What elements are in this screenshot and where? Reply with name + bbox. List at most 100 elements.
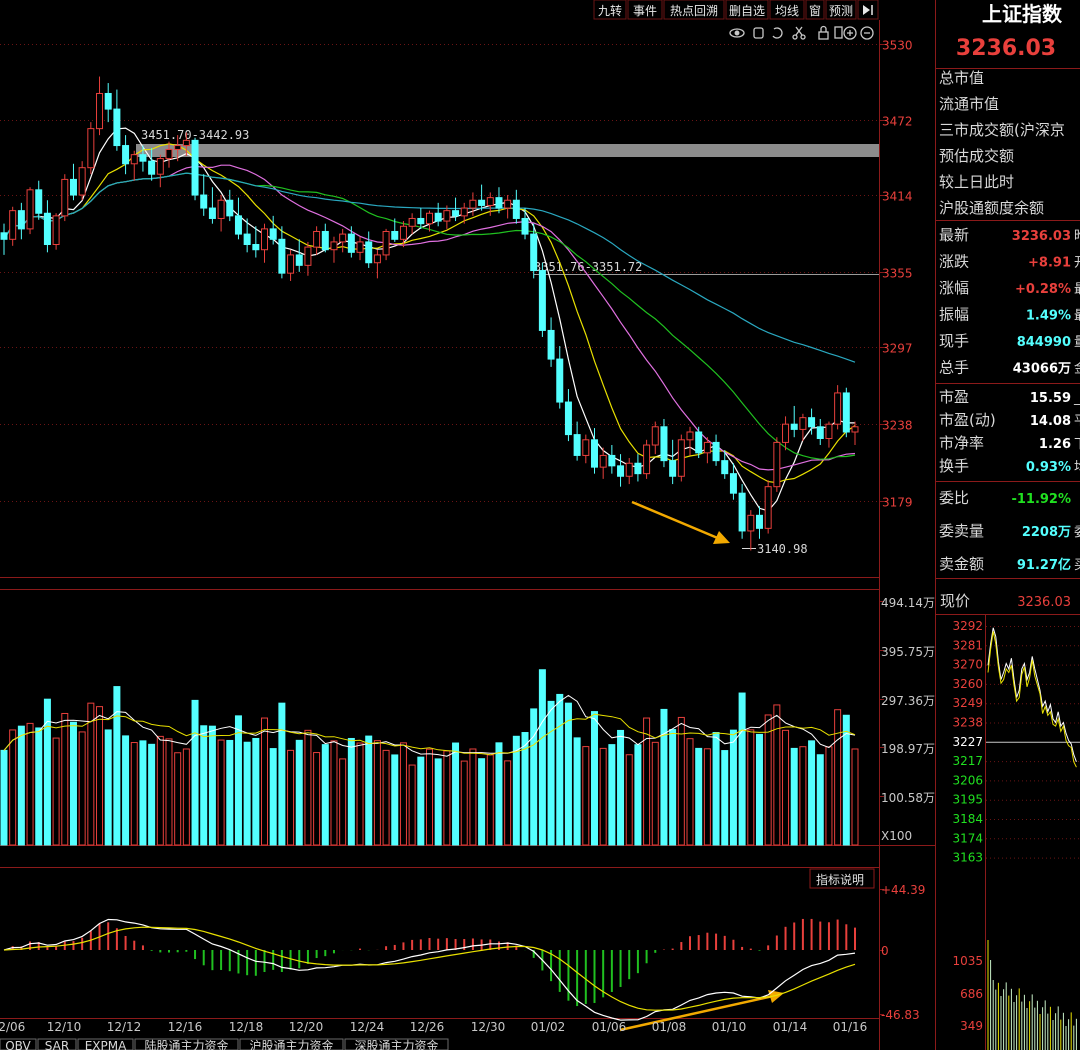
price-axis: 3530 3472 3414 3355 3297 3238 3179: [879, 39, 913, 510]
price-tick-label: 3179: [882, 496, 913, 510]
toolbar-button[interactable]: 九转: [593, 0, 627, 20]
scissors-icon[interactable]: [792, 26, 806, 40]
toolbar-button[interactable]: 事件: [627, 0, 663, 20]
volume-bar: [321, 744, 329, 846]
volume-bar: [712, 732, 720, 846]
volume-bar: [347, 737, 355, 846]
indicator-tab[interactable]: EXPMA: [77, 1038, 134, 1050]
quote-value: +8.91: [1028, 256, 1071, 271]
intraday-volume-label: 686: [960, 987, 983, 1001]
volume-bar: [365, 735, 373, 846]
volume-bar: [695, 747, 703, 846]
volume-bar: [330, 740, 338, 846]
volume-bar: [608, 744, 616, 846]
quote-value: 844990: [1017, 335, 1071, 350]
eye-icon[interactable]: [729, 28, 745, 38]
zoom-in-icon[interactable]: [843, 26, 857, 40]
volume-bar: [538, 669, 546, 846]
undo-icon[interactable]: [772, 27, 783, 39]
volume-bar: [669, 729, 677, 846]
quote-value: 15.59: [1030, 391, 1071, 406]
volume-bar: [113, 686, 121, 846]
volume-bar: [156, 735, 164, 846]
candle: [373, 249, 381, 279]
date-label: 01/14: [773, 1020, 808, 1034]
indicator-tab[interactable]: 陆股通主力资金: [134, 1038, 239, 1050]
volume-bar: [382, 749, 390, 846]
candle: [521, 208, 529, 240]
expand-icon[interactable]: [834, 26, 843, 39]
volume-bar: [825, 746, 833, 846]
indicator-tab[interactable]: 深股通主力资金: [344, 1038, 449, 1050]
toolbar-button[interactable]: 热点回溯: [663, 0, 725, 20]
candle: [261, 223, 269, 263]
volume-bar: [764, 714, 772, 846]
volume-bar: [851, 748, 859, 846]
candle: [617, 454, 625, 487]
price-tick-label: 3414: [882, 190, 913, 204]
volume-bar: [782, 729, 790, 846]
toolbar-button[interactable]: 删自选: [725, 0, 769, 20]
volume-unit: X100: [881, 829, 912, 843]
candle: [512, 189, 520, 224]
quote-label: 卖金额: [939, 555, 984, 573]
toolbar-button-label: 事件: [633, 4, 657, 18]
candle: [217, 195, 225, 232]
candle: [287, 249, 295, 281]
toolbar-button-label: 热点回溯: [670, 3, 718, 18]
candle: [347, 226, 355, 258]
volume-bar: [773, 704, 781, 846]
toolbar-menu-icon[interactable]: [857, 0, 879, 20]
candle: [712, 434, 720, 466]
mid-range-label: 3351.76-3351.72: [534, 260, 642, 274]
indicator-tab[interactable]: 沪股通主力资金: [239, 1038, 344, 1050]
indicator-tab[interactable]: OBV: [0, 1038, 37, 1050]
candle: [356, 236, 364, 261]
volume-bar: [261, 717, 269, 846]
intraday-volume-label: 1035: [952, 954, 983, 968]
candle: [582, 434, 590, 464]
toolbar-button-label: 预测: [829, 4, 853, 18]
quote-unit: 均: [1074, 460, 1080, 475]
indicator-tab-label: 沪股通主力资金: [249, 1038, 333, 1050]
zoom-out-icon[interactable]: [860, 26, 874, 40]
indicator-tab[interactable]: SAR: [37, 1038, 77, 1050]
quote-label: 市盈(动): [939, 411, 996, 429]
toolbar-button[interactable]: 窗: [805, 0, 825, 20]
indicator-tab-label: OBV: [5, 1039, 31, 1050]
quote-value: 43066万: [1013, 362, 1071, 377]
lock-icon[interactable]: [818, 25, 829, 40]
volume-bar: [599, 747, 607, 846]
candle: [564, 389, 572, 442]
date-label: 12/12: [107, 1020, 142, 1034]
volume-bar: [174, 752, 182, 846]
toolbar-button[interactable]: 均线: [769, 0, 805, 20]
volume-bar: [356, 742, 364, 846]
indicator-tab-label: 陆股通主力资金: [144, 1038, 228, 1050]
volume-bar: [790, 747, 798, 846]
date-label: 12/10: [47, 1020, 82, 1034]
volume-bar: [130, 742, 138, 846]
hand-icon[interactable]: [753, 27, 764, 39]
toolbar-button[interactable]: 预测: [825, 0, 857, 20]
candle: [52, 213, 60, 250]
volume-bar: [651, 741, 659, 846]
volume-bar: [339, 758, 347, 846]
candle: [0, 223, 8, 255]
candle: [130, 150, 138, 181]
volume-bar: [104, 729, 112, 846]
quote-label: 市盈: [939, 388, 969, 406]
volume-bar: [660, 708, 668, 846]
volume-tick-label: 395.75万: [881, 645, 935, 659]
volume-bar: [295, 739, 303, 846]
intraday-price-value: 3236.03: [1017, 595, 1071, 610]
candle: [547, 317, 555, 367]
intraday-tick-label: 3260: [952, 677, 983, 691]
toolbar-button-label: 均线: [775, 4, 799, 18]
candle: [365, 231, 373, 268]
price-tick-label: 3355: [882, 267, 913, 281]
candle: [686, 426, 694, 456]
quote-label: 市净率: [939, 434, 984, 452]
volume-bar: [486, 754, 494, 846]
intraday-tick-label: 3238: [952, 716, 983, 730]
